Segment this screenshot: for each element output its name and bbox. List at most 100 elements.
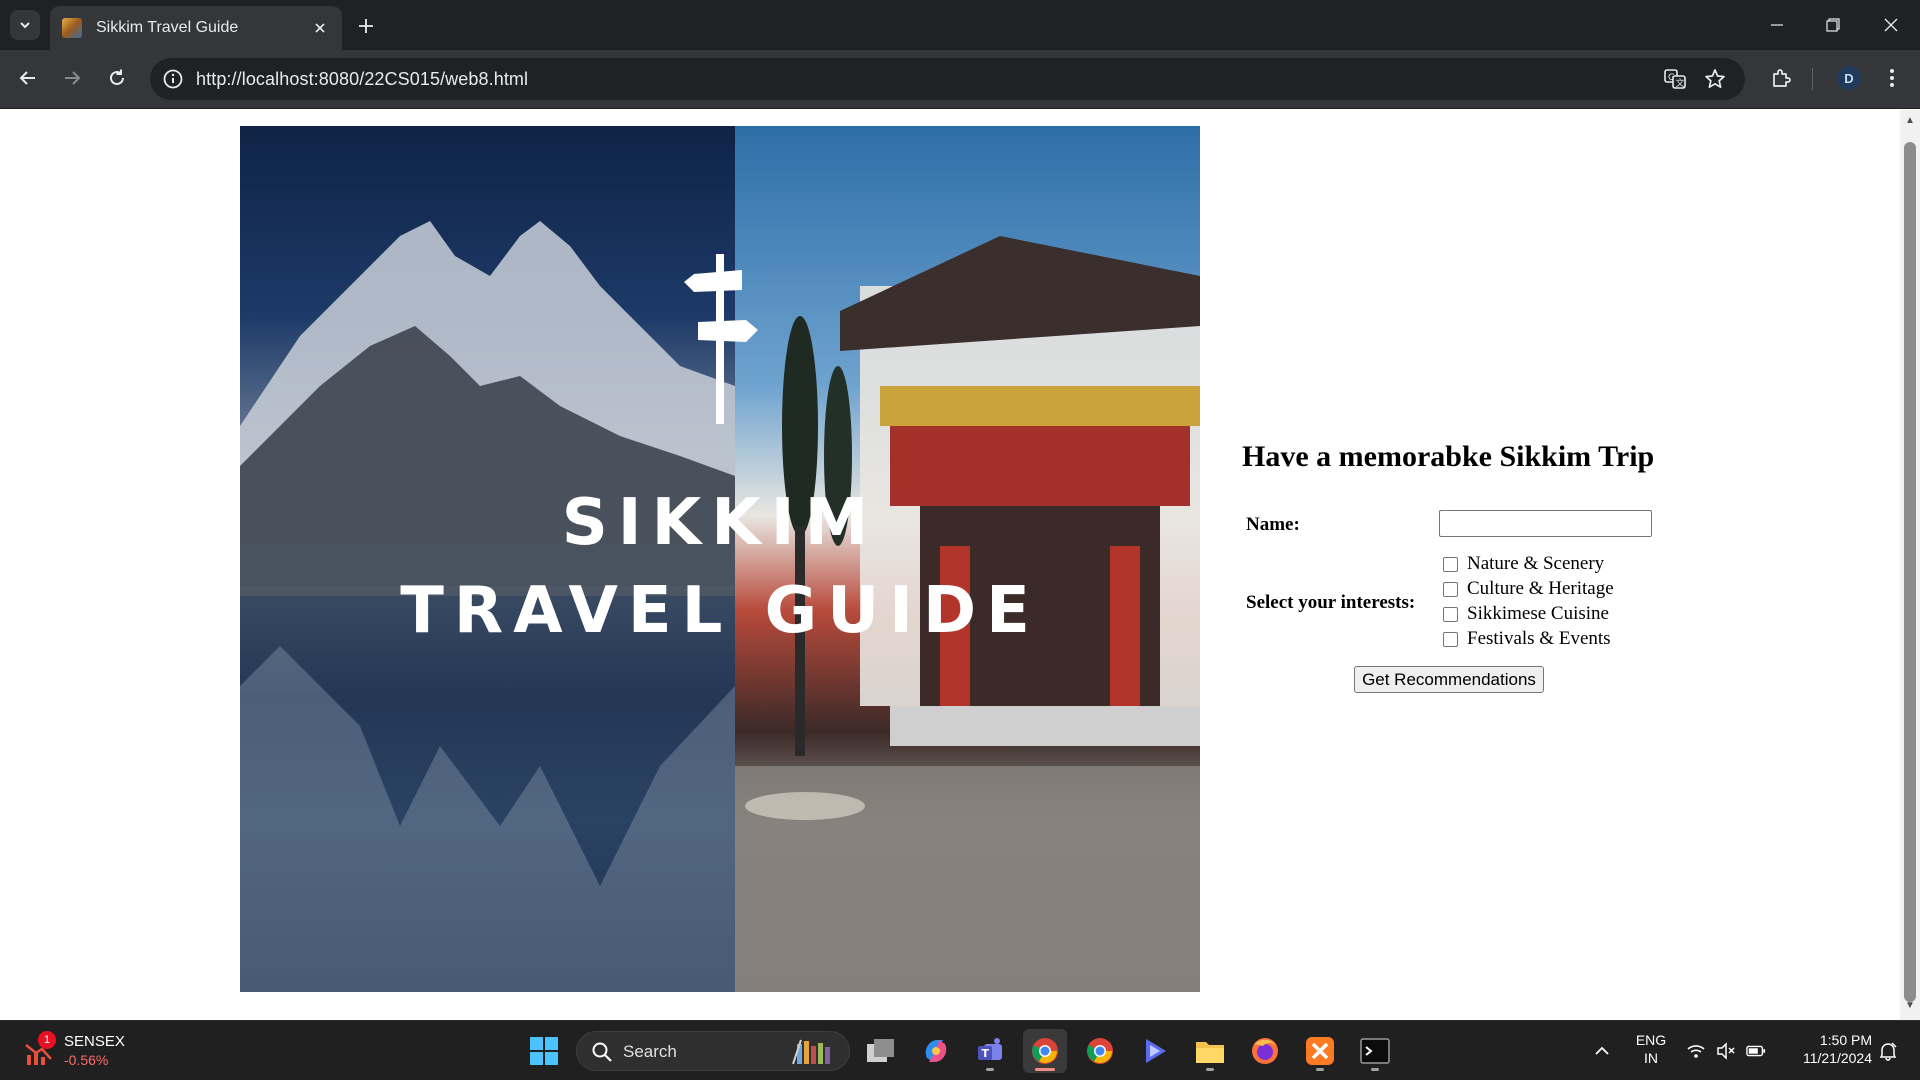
minimize-button[interactable] xyxy=(1754,8,1800,42)
minimize-icon xyxy=(1771,24,1783,26)
address-bar[interactable]: http://localhost:8080/22CS015/web8.html … xyxy=(150,58,1745,100)
interest-option-festivals[interactable]: Festivals & Events xyxy=(1443,628,1611,650)
chrome-icon xyxy=(1087,1038,1113,1064)
profile-avatar[interactable]: D xyxy=(1837,66,1861,90)
language-indicator[interactable]: ENG IN xyxy=(1628,1031,1674,1067)
browser-toolbar: http://localhost:8080/22CS015/web8.html … xyxy=(0,50,1920,109)
task-view-icon xyxy=(867,1039,894,1062)
name-label: Name: xyxy=(1246,514,1300,535)
checkbox-festivals[interactable] xyxy=(1443,631,1458,647)
hero-title-line1: SIKKIM xyxy=(561,486,879,560)
chevron-down-icon xyxy=(20,22,30,29)
page-scrollbar[interactable]: ▲ ▼ xyxy=(1900,110,1920,1020)
search-icon xyxy=(592,1042,612,1062)
battery-icon[interactable] xyxy=(1746,1041,1766,1061)
running-indicator xyxy=(1371,1068,1379,1071)
scroll-down-arrow-icon[interactable]: ▼ xyxy=(1904,1000,1916,1012)
site-info-icon[interactable] xyxy=(162,68,184,90)
interest-label-festivals: Festivals & Events xyxy=(1467,628,1611,649)
page-viewport: SIKKIM TRAVEL GUIDE Have a memorabke Sik… xyxy=(0,110,1900,1020)
checkbox-culture[interactable] xyxy=(1443,581,1458,597)
chrome-app[interactable] xyxy=(1078,1029,1122,1073)
running-indicator xyxy=(986,1068,994,1071)
interests-label: Select your interests: xyxy=(1246,592,1416,613)
form-heading: Have a memorabke Sikkim Trip xyxy=(1242,440,1655,473)
interest-option-nature[interactable]: Nature & Scenery xyxy=(1443,553,1604,575)
chrome-icon xyxy=(1032,1038,1058,1064)
start-button[interactable] xyxy=(522,1029,566,1073)
file-explorer-app[interactable] xyxy=(1188,1029,1232,1073)
task-view-app[interactable] xyxy=(859,1029,903,1073)
interest-label-culture: Culture & Heritage xyxy=(1467,578,1614,599)
windows-logo-icon xyxy=(530,1037,558,1065)
search-placeholder: Search xyxy=(623,1042,677,1061)
copilot-app[interactable] xyxy=(914,1029,958,1073)
hero-banner-image: SIKKIM TRAVEL GUIDE xyxy=(240,126,1200,992)
get-recommendations-button[interactable]: Get Recommendations xyxy=(1354,666,1544,693)
reload-button[interactable] xyxy=(101,62,133,94)
restore-button[interactable] xyxy=(1810,8,1856,42)
sikkim-favicon-icon xyxy=(62,18,82,38)
media-player-app[interactable] xyxy=(1133,1029,1177,1073)
terminal-app[interactable] xyxy=(1353,1029,1397,1073)
sensex-widget[interactable]: 1 SENSEX -0.56% xyxy=(22,1031,172,1071)
wifi-icon[interactable] xyxy=(1686,1041,1706,1061)
name-input[interactable] xyxy=(1439,510,1652,537)
firefox-app[interactable] xyxy=(1243,1029,1287,1073)
scroll-up-arrow-icon[interactable]: ▲ xyxy=(1904,115,1916,127)
url-text[interactable]: http://localhost:8080/22CS015/web8.html xyxy=(196,69,528,90)
restore-icon xyxy=(1826,18,1840,32)
taskbar-search[interactable]: Search xyxy=(576,1031,850,1071)
search-highlight-icon xyxy=(792,1039,830,1065)
teams-app[interactable]: T xyxy=(968,1029,1012,1073)
widget-value: -0.56% xyxy=(64,1052,109,1068)
close-icon xyxy=(315,23,325,33)
language-code: ENG xyxy=(1635,1032,1667,1048)
teams-icon: T xyxy=(978,1038,1002,1060)
notification-bell-icon[interactable] xyxy=(1878,1041,1898,1061)
new-tab-button[interactable] xyxy=(352,12,380,40)
tab-close-button[interactable] xyxy=(310,18,330,38)
tab-search-button[interactable] xyxy=(10,10,40,40)
interest-label-nature: Nature & Scenery xyxy=(1467,553,1605,574)
checkbox-nature[interactable] xyxy=(1443,556,1458,572)
interest-option-cuisine[interactable]: Sikkimese Cuisine xyxy=(1443,603,1609,625)
xampp-app[interactable] xyxy=(1298,1029,1342,1073)
notification-badge: 1 xyxy=(38,1031,56,1049)
arrow-left-icon xyxy=(19,71,35,85)
back-button[interactable] xyxy=(12,62,44,94)
forward-button[interactable] xyxy=(56,62,88,94)
checkbox-cuisine[interactable] xyxy=(1443,606,1458,622)
show-hidden-icons-chevron-up-icon[interactable] xyxy=(1592,1041,1612,1061)
media-player-icon xyxy=(1146,1039,1166,1063)
hero-title-line2: TRAVEL GUIDE xyxy=(400,574,1040,648)
extensions-puzzle-icon[interactable] xyxy=(1766,63,1796,93)
bookmark-star-icon[interactable] xyxy=(1703,67,1727,91)
plus-icon xyxy=(359,19,373,33)
browser-tab-strip: Sikkim Travel Guide xyxy=(0,0,1920,50)
windows-taskbar: 1 SENSEX -0.56% Search T ENG IN 1:50 PM … xyxy=(0,1020,1920,1080)
toolbar-divider xyxy=(1812,68,1813,90)
clock-time: 1:50 PM xyxy=(1819,1032,1872,1048)
menu-kebab-icon[interactable] xyxy=(1877,63,1907,93)
running-indicator xyxy=(1316,1068,1324,1071)
svg-text:文: 文 xyxy=(1676,77,1685,89)
scroll-thumb[interactable] xyxy=(1904,142,1916,1002)
close-window-button[interactable] xyxy=(1868,8,1914,42)
interest-option-culture[interactable]: Culture & Heritage xyxy=(1443,578,1614,600)
close-window-icon xyxy=(1884,18,1898,32)
copilot-icon xyxy=(925,1040,947,1062)
reload-icon xyxy=(110,69,124,85)
clock[interactable]: 1:50 PM 11/21/2024 xyxy=(1778,1031,1872,1067)
tab-title: Sikkim Travel Guide xyxy=(96,19,239,36)
folder-icon xyxy=(1196,1042,1224,1063)
arrow-right-icon xyxy=(65,71,81,85)
browser-tab[interactable]: Sikkim Travel Guide xyxy=(50,6,342,50)
active-indicator xyxy=(1035,1068,1055,1071)
language-region: IN xyxy=(1644,1050,1658,1066)
widget-title: SENSEX xyxy=(64,1033,125,1050)
speaker-muted-icon[interactable] xyxy=(1716,1041,1736,1061)
chrome-app-profile-d[interactable] xyxy=(1023,1029,1067,1073)
firefox-icon xyxy=(1252,1038,1278,1064)
translate-icon[interactable]: G文 xyxy=(1663,67,1687,91)
